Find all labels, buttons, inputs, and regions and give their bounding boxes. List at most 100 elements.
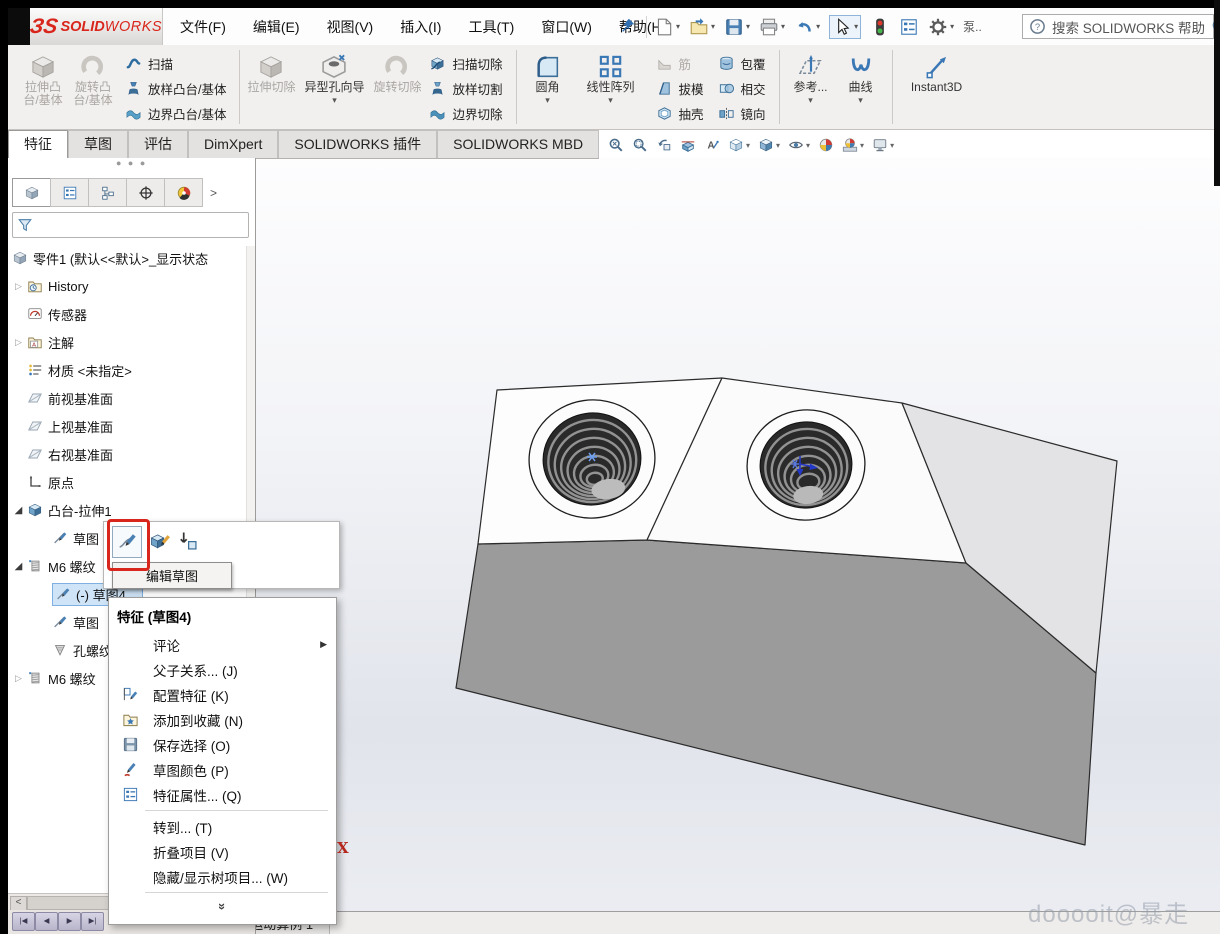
options-list-button[interactable]: [899, 17, 919, 37]
nav-button-1[interactable]: ◀: [35, 912, 58, 931]
tree-item-11[interactable]: ◢M6 螺纹: [10, 554, 96, 578]
tree-item-13[interactable]: 草图: [52, 610, 99, 634]
context-menu-item-10[interactable]: 隐藏/显示树项目... (W): [109, 864, 336, 889]
apply-scene-button[interactable]: ▾: [842, 137, 864, 153]
new-document-button[interactable]: ▾: [654, 17, 680, 37]
tab-SOLIDWORKS 插件[interactable]: SOLIDWORKS 插件: [278, 130, 437, 158]
context-menu-item-5[interactable]: 草图颜色 (P): [109, 757, 336, 782]
edit-feature-button[interactable]: [148, 529, 172, 553]
dropdown-caret-icon[interactable]: ▾: [816, 22, 820, 31]
search-input[interactable]: 搜索 SOLIDWORKS 帮助: [1052, 17, 1205, 37]
nav-button-0[interactable]: |◀: [12, 912, 35, 931]
annotation-view-button[interactable]: A: [704, 137, 720, 153]
ribbon-button[interactable]: 线性阵列▾: [573, 49, 649, 105]
collapsed-arrow-icon[interactable]: ▷: [10, 673, 27, 684]
tree-item-0[interactable]: 零件1 (默认<<默认>_显示状态: [12, 246, 208, 270]
tree-item-6[interactable]: 上视基准面: [10, 414, 113, 438]
save-button[interactable]: ▾: [724, 17, 750, 37]
section-view-button[interactable]: [680, 137, 696, 153]
ribbon-button[interactable]: 包覆: [711, 51, 773, 76]
dropdown-caret-icon[interactable]: ▾: [608, 96, 613, 105]
ribbon-button[interactable]: 边界凸台/基体: [118, 101, 233, 126]
tree-item-5[interactable]: 前视基准面: [10, 386, 113, 410]
context-menu-item-2[interactable]: 配置特征 (K): [109, 682, 336, 707]
panel-drag-handle[interactable]: ● ● ●: [116, 158, 147, 168]
tree-item-4[interactable]: 材质 <未指定>: [10, 358, 132, 382]
context-menu-item-1[interactable]: 父子关系... (J): [109, 657, 336, 682]
view-orientation-button[interactable]: ▾: [728, 137, 750, 153]
configurationmanager-tab[interactable]: [88, 178, 127, 207]
search-box[interactable]: ? 搜索 SOLIDWORKS 帮助: [1022, 14, 1214, 39]
dropdown-caret-icon[interactable]: ▾: [860, 141, 864, 150]
zoom-fit-button[interactable]: [608, 137, 624, 153]
expanded-arrow-icon[interactable]: ◢: [10, 505, 27, 516]
tab-特征[interactable]: 特征: [8, 130, 68, 158]
undo-button[interactable]: ▾: [794, 17, 820, 37]
context-menu-item-6[interactable]: 特征属性... (Q): [109, 782, 336, 807]
ribbon-button[interactable]: 异型孔向导▾: [296, 49, 372, 105]
ribbon-button[interactable]: 扫描: [118, 51, 233, 76]
tree-item-15[interactable]: ▷M6 螺纹: [10, 666, 96, 690]
dimxpertmanager-tab[interactable]: [126, 178, 165, 207]
dropdown-caret-icon[interactable]: ▾: [781, 22, 785, 31]
dropdown-caret-icon[interactable]: ▾: [806, 141, 810, 150]
nav-button-3[interactable]: ▶|: [81, 912, 104, 931]
tree-item-2[interactable]: 传感器: [10, 302, 87, 326]
ribbon-button[interactable]: 镜向: [711, 101, 773, 126]
previous-view-button[interactable]: [656, 137, 672, 153]
displaymanager-tab[interactable]: [164, 178, 203, 207]
ribbon-button[interactable]: 曲线▾: [836, 49, 886, 105]
dropdown-caret-icon[interactable]: ▾: [676, 22, 680, 31]
tree-item-1[interactable]: ▷History: [10, 274, 88, 298]
tree-filter-input[interactable]: [12, 212, 249, 238]
view-settings-button[interactable]: ▾: [872, 137, 894, 153]
tab-SOLIDWORKS MBD[interactable]: SOLIDWORKS MBD: [437, 130, 599, 158]
select-cursor-button[interactable]: ▾: [829, 15, 861, 39]
tree-item-8[interactable]: 原点: [10, 470, 74, 494]
hide-show-items-button[interactable]: ▾: [788, 137, 810, 153]
pin-icon[interactable]: [620, 17, 636, 33]
tree-item-3[interactable]: ▷A注解: [10, 330, 74, 354]
menu-item-1[interactable]: 编辑(E): [253, 17, 300, 37]
ribbon-button[interactable]: 相交: [711, 76, 773, 101]
tree-item-14[interactable]: 孔螺纹: [52, 638, 112, 662]
ribbon-button[interactable]: 扫描切除: [422, 51, 509, 76]
dropdown-caret-icon[interactable]: ▾: [808, 96, 813, 105]
selection-filter-button[interactable]: [870, 17, 890, 37]
nav-button-2[interactable]: ▶: [58, 912, 81, 931]
insert-into-new-part-button[interactable]: [176, 529, 200, 553]
tab-草图[interactable]: 草图: [68, 130, 128, 158]
context-menu-item-0[interactable]: 评论▶: [109, 632, 336, 657]
panel-more-chevron-icon[interactable]: >: [210, 186, 217, 200]
menu-expand-chevron-icon[interactable]: »: [109, 896, 336, 916]
context-menu-item-4[interactable]: 保存选择 (O): [109, 732, 336, 757]
propertymanager-tab[interactable]: [50, 178, 89, 207]
ribbon-button[interactable]: 抽壳: [649, 101, 711, 126]
edit-appearance-button[interactable]: [818, 137, 834, 153]
dropdown-caret-icon[interactable]: ▾: [746, 22, 750, 31]
display-style-button[interactable]: ▾: [758, 137, 780, 153]
open-button[interactable]: ▾: [689, 17, 715, 37]
dropdown-caret-icon[interactable]: ▾: [890, 141, 894, 150]
ribbon-button[interactable]: 放样切割: [422, 76, 509, 101]
ribbon-button[interactable]: 参考...▾: [786, 49, 836, 105]
overflow-button[interactable]: 泵..: [963, 18, 982, 35]
dropdown-caret-icon[interactable]: ▾: [711, 22, 715, 31]
collapsed-arrow-icon[interactable]: ▷: [10, 281, 27, 292]
menu-item-0[interactable]: 文件(F): [180, 17, 226, 37]
ribbon-button[interactable]: 圆角▾: [523, 49, 573, 105]
scroll-thumb[interactable]: [27, 896, 109, 910]
tree-item-10[interactable]: 草图: [52, 526, 99, 550]
tab-评估[interactable]: 评估: [128, 130, 188, 158]
menu-item-4[interactable]: 工具(T): [468, 17, 514, 37]
collapsed-arrow-icon[interactable]: ▷: [10, 337, 27, 348]
settings-gear-button[interactable]: ▾: [928, 17, 954, 37]
print-button[interactable]: ▾: [759, 17, 785, 37]
menu-item-2[interactable]: 视图(V): [327, 17, 374, 37]
dropdown-caret-icon[interactable]: ▾: [950, 22, 954, 31]
dropdown-caret-icon[interactable]: ▾: [332, 96, 337, 105]
context-menu-item-3[interactable]: 添加到收藏 (N): [109, 707, 336, 732]
menu-item-5[interactable]: 窗口(W): [541, 17, 592, 37]
tab-DimXpert[interactable]: DimXpert: [188, 130, 278, 158]
context-menu-item-8[interactable]: 转到... (T): [109, 814, 336, 839]
